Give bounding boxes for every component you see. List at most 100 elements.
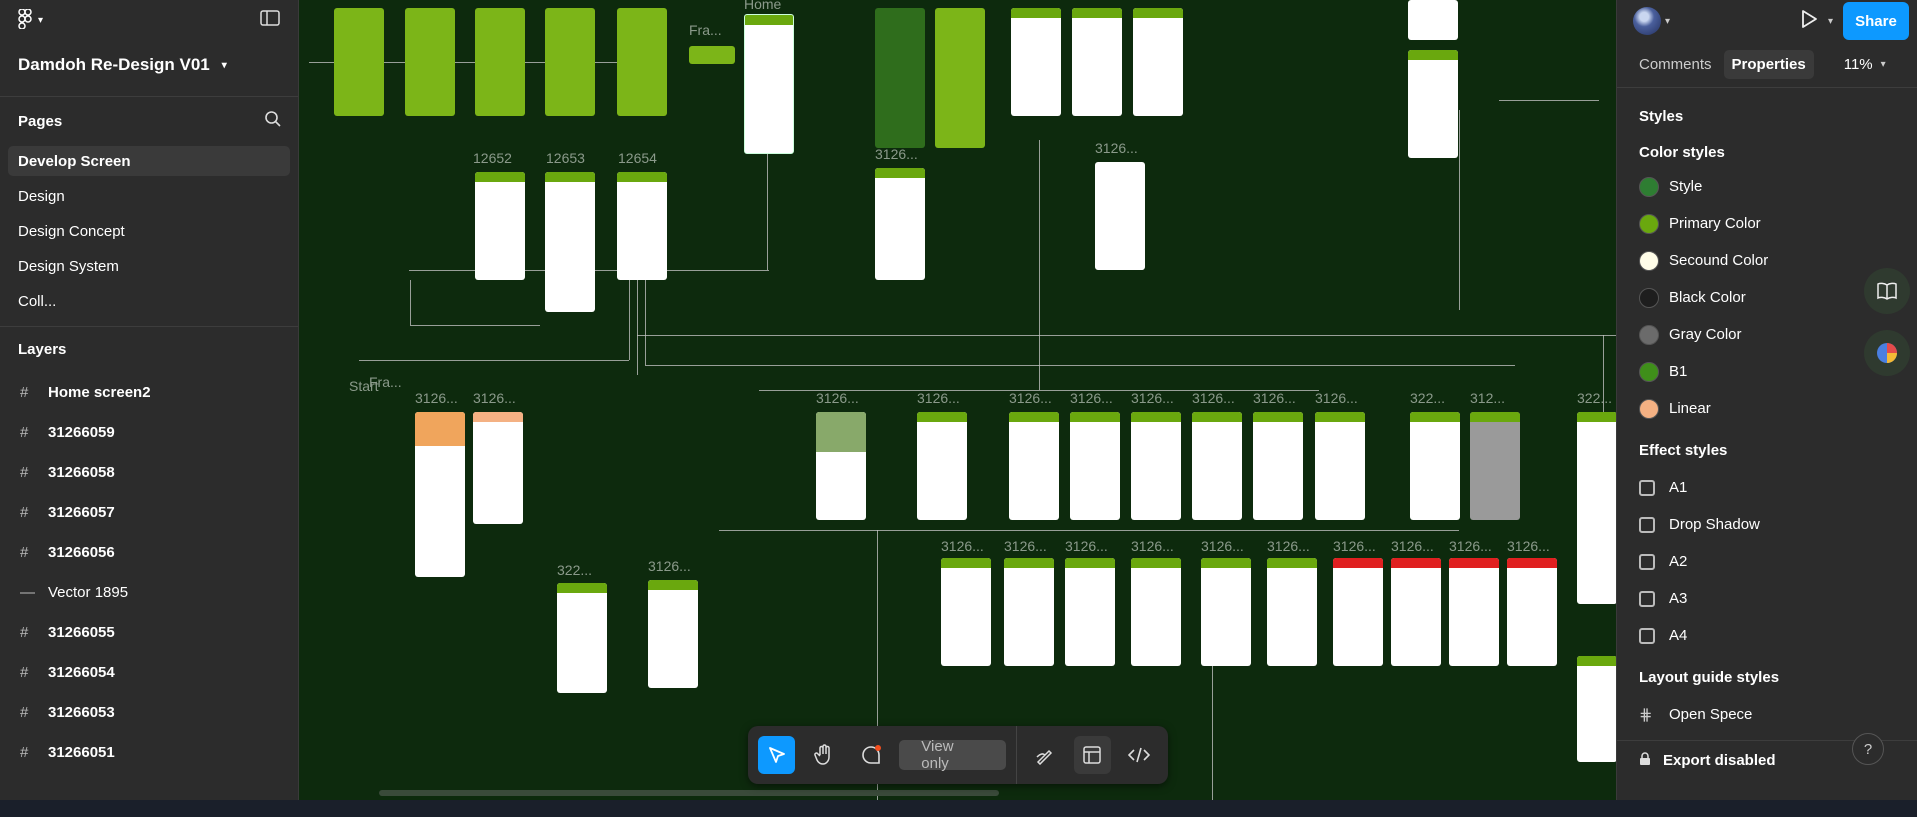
design-frame[interactable] xyxy=(917,412,967,520)
design-frame[interactable] xyxy=(689,46,735,64)
home-frame[interactable] xyxy=(744,14,794,154)
design-frame[interactable] xyxy=(1009,412,1059,520)
design-frame[interactable] xyxy=(1507,558,1557,666)
design-frame[interactable] xyxy=(617,172,667,280)
design-frame[interactable] xyxy=(1391,558,1441,666)
effect-style-row[interactable]: A4 xyxy=(1617,617,1917,654)
tab-comments[interactable]: Comments xyxy=(1639,56,1712,73)
design-frame[interactable] xyxy=(1449,558,1499,666)
page-design-system[interactable]: Design System xyxy=(8,251,290,281)
page-design-concept[interactable]: Design Concept xyxy=(8,216,290,246)
design-frame[interactable] xyxy=(1133,8,1183,116)
layer-row[interactable]: #31266055 xyxy=(0,612,298,652)
design-frame[interactable] xyxy=(1072,8,1122,116)
effect-style-row[interactable]: A2 xyxy=(1617,543,1917,580)
design-frame[interactable] xyxy=(648,580,698,688)
design-frame[interactable] xyxy=(1011,8,1061,116)
design-frame[interactable] xyxy=(1004,558,1054,666)
dev-mode-button[interactable] xyxy=(1073,736,1111,774)
layout-guide-row[interactable]: ⋕ Open Spece xyxy=(1617,696,1917,733)
design-frame[interactable] xyxy=(415,412,465,577)
design-frame[interactable] xyxy=(875,168,925,280)
frame-label: 322... xyxy=(1577,390,1613,406)
frame-label: 322... xyxy=(1410,390,1446,406)
main-menu-button[interactable]: ▾ xyxy=(18,7,43,32)
color-swatch xyxy=(1639,361,1659,382)
design-frame[interactable] xyxy=(475,172,525,280)
connector-line xyxy=(1039,140,1040,390)
design-frame[interactable] xyxy=(1408,0,1458,40)
effect-style-row[interactable]: A3 xyxy=(1617,580,1917,617)
design-frame[interactable] xyxy=(1192,412,1242,520)
layer-row[interactable]: — Vector 1895 xyxy=(0,572,298,612)
layer-row[interactable]: #31266054 xyxy=(0,652,298,692)
search-icon[interactable] xyxy=(264,110,282,132)
layer-row[interactable]: # Home screen2 xyxy=(0,372,298,412)
design-frame[interactable] xyxy=(875,8,925,148)
annotate-tool-button[interactable] xyxy=(1027,736,1064,774)
layer-row[interactable]: #31266059 xyxy=(0,412,298,452)
design-frame[interactable] xyxy=(617,8,667,116)
design-frame[interactable] xyxy=(545,172,595,312)
frame-label: 3126... xyxy=(1391,538,1434,554)
toggle-sidebar-icon[interactable] xyxy=(260,9,280,31)
color-style-row[interactable]: Primary Color xyxy=(1617,205,1917,242)
comment-tool-button[interactable] xyxy=(852,736,889,774)
style-label: Primary Color xyxy=(1669,215,1761,232)
design-frame[interactable] xyxy=(1408,50,1458,158)
page-collection[interactable]: Coll... xyxy=(8,286,290,316)
frame-icon: # xyxy=(20,623,29,641)
layer-row[interactable]: #31266056 xyxy=(0,532,298,572)
book-icon[interactable] xyxy=(1864,268,1910,314)
design-frame[interactable] xyxy=(1131,412,1181,520)
share-button[interactable]: Share xyxy=(1843,2,1909,40)
design-frame[interactable] xyxy=(1070,412,1120,520)
design-frame[interactable] xyxy=(941,558,991,666)
effect-style-row[interactable]: Drop Shadow xyxy=(1617,506,1917,543)
plugin-icon[interactable] xyxy=(1864,330,1910,376)
design-frame[interactable] xyxy=(405,8,455,116)
zoom-dropdown[interactable]: 11% ▾ xyxy=(1844,56,1886,73)
help-button[interactable]: ? xyxy=(1852,733,1884,765)
page-design[interactable]: Design xyxy=(8,181,290,211)
design-frame[interactable] xyxy=(1577,412,1616,604)
user-menu[interactable]: ▾ xyxy=(1633,7,1670,35)
frame-label: Fra... xyxy=(369,374,402,390)
color-style-row[interactable]: Style xyxy=(1617,168,1917,205)
layer-row[interactable]: #31266057 xyxy=(0,492,298,532)
hand-tool-button[interactable] xyxy=(805,736,842,774)
effect-style-row[interactable]: A1 xyxy=(1617,469,1917,506)
design-frame[interactable] xyxy=(475,8,525,116)
page-develop-screen[interactable]: Develop Screen xyxy=(8,146,290,176)
design-frame[interactable] xyxy=(816,412,866,520)
project-title-button[interactable]: Damdoh Re-Design V01 ▾ xyxy=(0,40,298,80)
design-frame[interactable] xyxy=(334,8,384,116)
design-frame[interactable] xyxy=(1065,558,1115,666)
move-tool-button[interactable] xyxy=(758,736,796,774)
design-frame[interactable] xyxy=(1267,558,1317,666)
effect-icon xyxy=(1639,590,1655,607)
tab-properties[interactable]: Properties xyxy=(1723,50,1814,79)
design-frame[interactable] xyxy=(1333,558,1383,666)
color-style-row[interactable]: Linear xyxy=(1617,390,1917,427)
design-frame[interactable] xyxy=(1095,162,1145,270)
chevron-down-icon[interactable]: ▾ xyxy=(1828,16,1833,27)
design-frame[interactable] xyxy=(935,8,985,148)
layer-row[interactable]: #31266058 xyxy=(0,452,298,492)
design-frame[interactable] xyxy=(473,412,523,524)
play-icon[interactable] xyxy=(1800,9,1818,34)
design-frame[interactable] xyxy=(1577,656,1616,762)
code-icon[interactable] xyxy=(1121,736,1158,774)
layer-row[interactable]: #31266053 xyxy=(0,692,298,732)
design-frame[interactable] xyxy=(1315,412,1365,520)
design-canvas[interactable]: Fra... Home 12652 12653 12654 3126... 31… xyxy=(299,0,1616,800)
horizontal-scrollbar[interactable] xyxy=(379,790,999,796)
layer-row[interactable]: #31266051 xyxy=(0,732,298,772)
design-frame[interactable] xyxy=(1410,412,1460,520)
design-frame[interactable] xyxy=(1253,412,1303,520)
design-frame[interactable] xyxy=(1201,558,1251,666)
design-frame[interactable] xyxy=(1131,558,1181,666)
design-frame[interactable] xyxy=(545,8,595,116)
design-frame[interactable] xyxy=(557,583,607,693)
design-frame[interactable] xyxy=(1470,412,1520,520)
